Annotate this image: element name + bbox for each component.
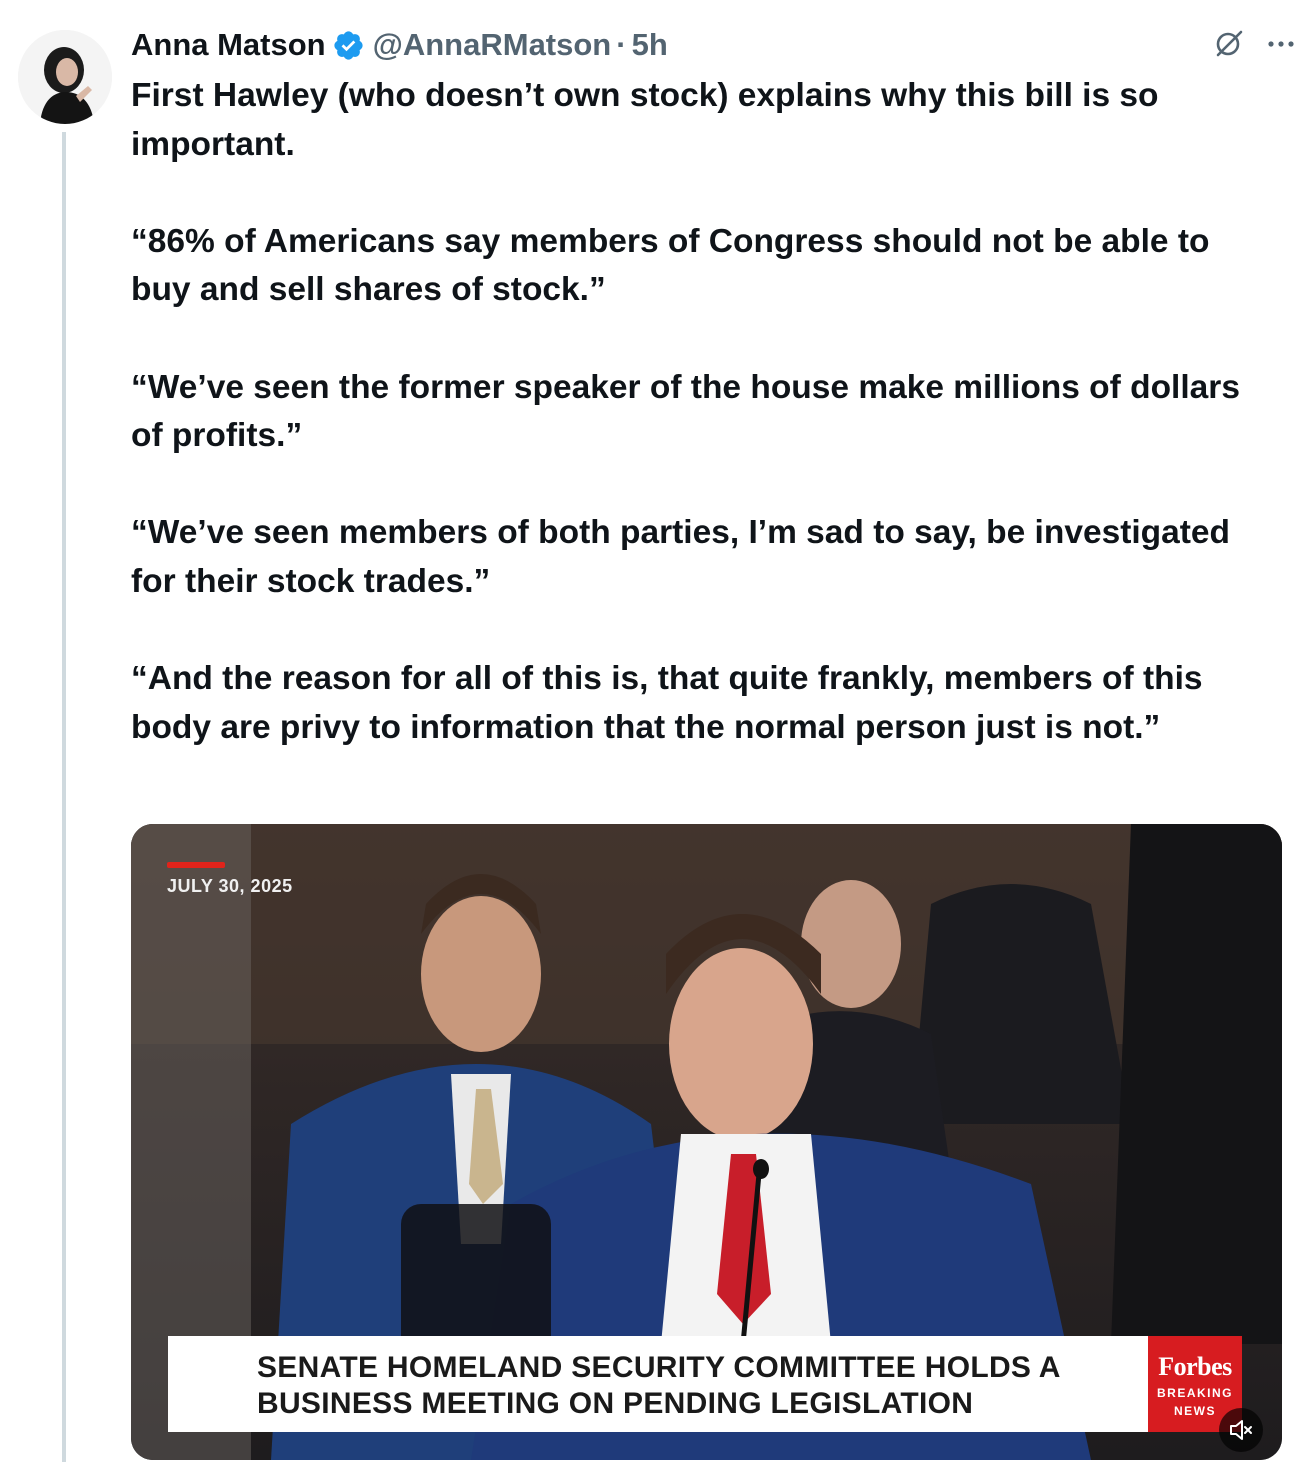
thread-line	[62, 132, 66, 1462]
volume-muted-icon	[1230, 1420, 1252, 1440]
tweet-header: Anna Matson @AnnaRMatson · 5h	[131, 24, 668, 66]
lower-third-caption: SENATE HOMELAND SECURITY COMMITTEE HOLDS…	[168, 1336, 1148, 1432]
breaking-label: BREAKING	[1156, 1386, 1233, 1400]
tweet-actions-top	[1214, 28, 1296, 63]
mute-button[interactable]	[1219, 1408, 1263, 1452]
caption-line-1: SENATE HOMELAND SECURITY COMMITTEE HOLDS…	[257, 1351, 1061, 1384]
tweet-paragraph: “We’ve seen members of both parties, I’m…	[131, 514, 1231, 600]
tweet-timestamp[interactable]: 5h	[632, 27, 668, 63]
verified-badge-icon	[332, 29, 365, 62]
tweet-paragraph: First Hawley (who doesn’t own stock) exp…	[131, 77, 1159, 163]
forbes-logo: Forbes	[1158, 1352, 1232, 1381]
live-indicator-bar	[167, 862, 225, 868]
video-player[interactable]: JULY 30, 2025 SENATE HOMELAND SECURITY C…	[131, 824, 1282, 1460]
tweet-text: First Hawley (who doesn’t own stock) exp…	[131, 72, 1271, 752]
caption-line-2: BUSINESS MEETING ON PENDING LEGISLATION	[257, 1387, 974, 1420]
date-overlay: JULY 30, 2025	[167, 876, 293, 896]
author-name[interactable]: Anna Matson	[131, 27, 326, 63]
tweet-paragraph: “86% of Americans say members of Congres…	[131, 222, 1210, 309]
grok-icon[interactable]	[1214, 28, 1244, 63]
tweet[interactable]: Anna Matson @AnnaRMatson · 5h First Hawl…	[0, 0, 1314, 1474]
avatar[interactable]	[18, 30, 112, 124]
separator-dot: ·	[616, 27, 627, 62]
tweet-paragraph: “And the reason for all of this is, that…	[131, 660, 1203, 746]
tweet-paragraph: “We’ve seen the former speaker of the ho…	[131, 368, 1240, 455]
avatar-image	[18, 30, 112, 124]
more-icon[interactable]	[1266, 37, 1296, 55]
author-handle[interactable]: @AnnaRMatson	[373, 27, 612, 63]
